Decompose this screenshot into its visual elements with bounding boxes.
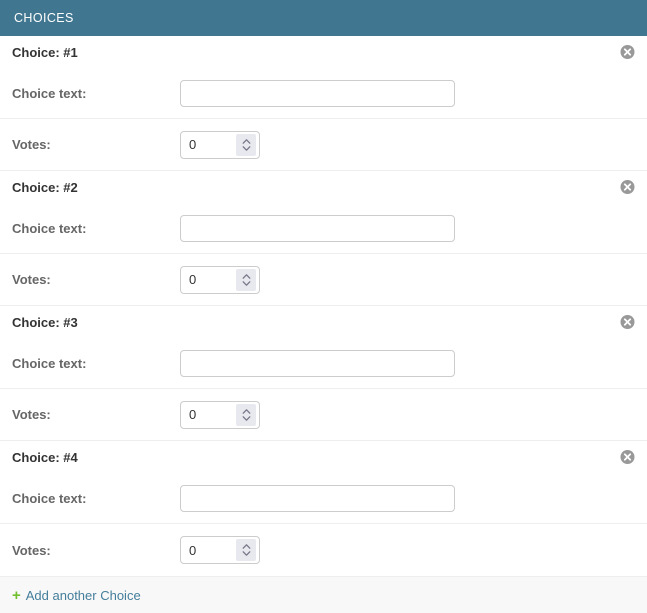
form-row-votes-4: Votes: [0,524,647,576]
choice-text-input-2[interactable] [180,215,455,242]
add-another-choice-link[interactable]: Add another Choice [26,589,141,602]
votes-stepper-3[interactable] [180,401,260,429]
votes-input-1[interactable] [181,132,233,158]
number-spinner-icon[interactable] [236,269,256,291]
label-votes-1: Votes: [12,138,180,151]
form-row-votes-1: Votes: [0,119,647,171]
choice-text-input-3[interactable] [180,350,455,377]
inline-item-4: Choice: #4 Choice text: Votes: [0,441,647,576]
form-row-choice-text-3: Choice text: [0,338,647,389]
form-row-choice-text-4: Choice text: [0,473,647,524]
votes-stepper-2[interactable] [180,266,260,294]
label-votes-3: Votes: [12,408,180,421]
item-title-2: Choice: #2 [12,181,78,194]
item-header-3: Choice: #3 [0,306,647,338]
delete-circle-x-icon[interactable] [620,45,635,60]
inline-item-2: Choice: #2 Choice text: Votes: [0,171,647,306]
inline-group-header: CHOICES [0,0,647,36]
item-title-4: Choice: #4 [12,451,78,464]
label-choice-text-2: Choice text: [12,222,180,235]
delete-circle-x-icon[interactable] [620,315,635,330]
form-row-votes-2: Votes: [0,254,647,306]
form-row-votes-3: Votes: [0,389,647,441]
votes-stepper-1[interactable] [180,131,260,159]
choices-inline-group: CHOICES Choice: #1 Choice text: Votes: [0,0,647,606]
number-spinner-icon[interactable] [236,404,256,426]
item-header-1: Choice: #1 [0,36,647,68]
form-row-choice-text-1: Choice text: [0,68,647,119]
inline-item-1: Choice: #1 Choice text: Votes: [0,36,647,171]
item-header-2: Choice: #2 [0,171,647,203]
plus-icon: + [12,588,21,603]
votes-stepper-4[interactable] [180,536,260,564]
votes-input-2[interactable] [181,267,233,293]
choice-text-input-1[interactable] [180,80,455,107]
label-choice-text-4: Choice text: [12,492,180,505]
label-votes-4: Votes: [12,544,180,557]
choice-text-input-4[interactable] [180,485,455,512]
label-choice-text-3: Choice text: [12,357,180,370]
form-row-choice-text-2: Choice text: [0,203,647,254]
add-another-row[interactable]: + Add another Choice [0,576,647,613]
item-title-1: Choice: #1 [12,46,78,59]
delete-circle-x-icon[interactable] [620,180,635,195]
votes-input-3[interactable] [181,402,233,428]
label-votes-2: Votes: [12,273,180,286]
delete-circle-x-icon[interactable] [620,450,635,465]
label-choice-text-1: Choice text: [12,87,180,100]
number-spinner-icon[interactable] [236,539,256,561]
group-title: CHOICES [14,12,74,25]
item-title-3: Choice: #3 [12,316,78,329]
number-spinner-icon[interactable] [236,134,256,156]
item-header-4: Choice: #4 [0,441,647,473]
votes-input-4[interactable] [181,537,233,563]
inline-item-3: Choice: #3 Choice text: Votes: [0,306,647,441]
